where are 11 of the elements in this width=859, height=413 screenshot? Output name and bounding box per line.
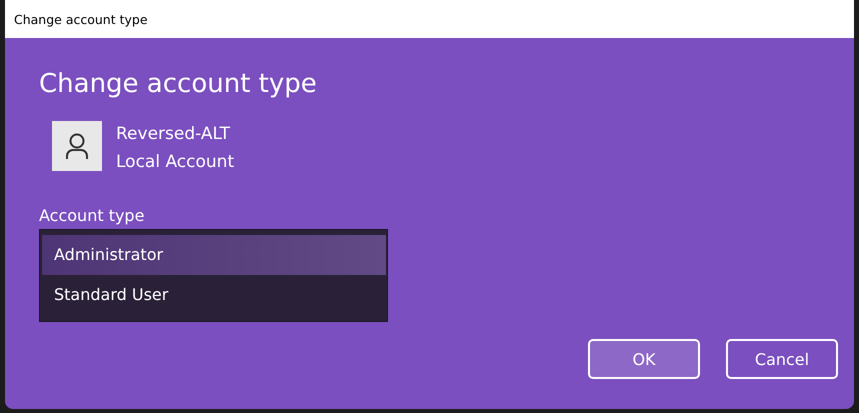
window-title: Change account type — [14, 12, 148, 26]
account-name: Reversed-ALT — [116, 123, 232, 146]
account-kind: Local Account — [116, 151, 234, 174]
account-type-list[interactable]: Administrator Standard User — [39, 229, 388, 322]
dialog-heading: Change account type — [39, 68, 318, 100]
ok-button[interactable]: OK — [588, 339, 700, 379]
cancel-button[interactable]: Cancel — [726, 339, 838, 379]
user-avatar-icon — [52, 121, 102, 171]
field-label: Account type — [39, 206, 144, 226]
list-option[interactable]: Standard User — [42, 275, 386, 315]
list-option[interactable]: Administrator — [42, 235, 386, 275]
